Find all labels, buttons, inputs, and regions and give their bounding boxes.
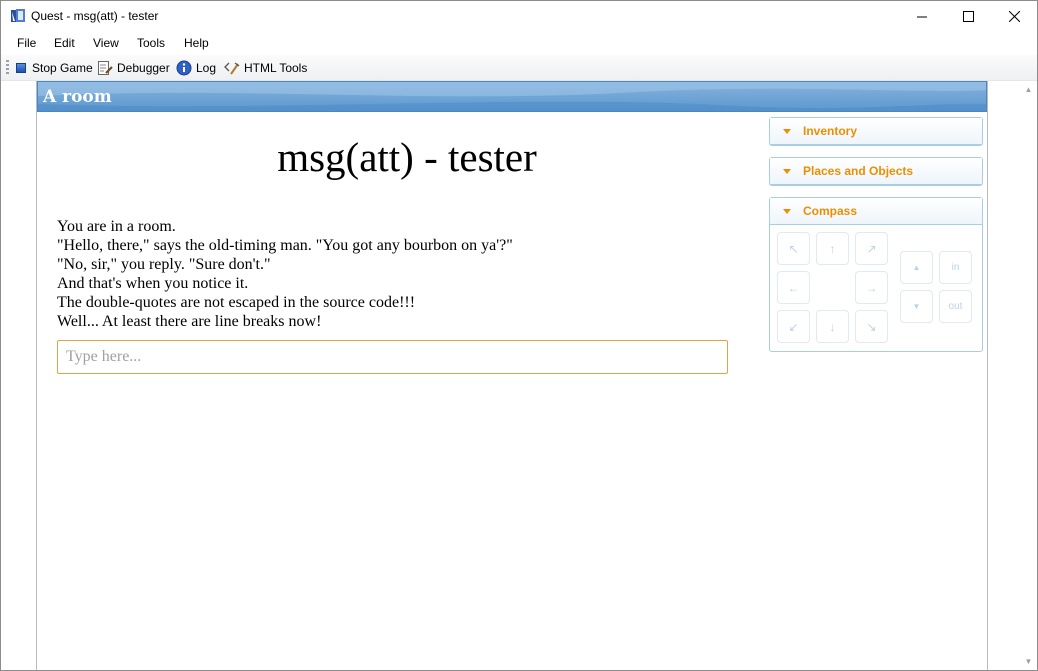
menu-help[interactable]: Help [184,36,209,50]
compass-northwest-button[interactable]: ↖ [777,232,810,265]
output-line: You are in a room. [57,218,176,235]
collapse-arrow-icon [783,168,791,174]
menu-edit[interactable]: Edit [54,36,75,50]
game-output: You are in a room. "Hello, there," says … [57,217,757,331]
output-line: "Hello, there," says the old-timing man.… [57,237,513,254]
menu-file[interactable]: File [17,36,36,50]
stop-game-label: Stop Game [32,61,93,75]
menu-view[interactable]: View [93,36,119,50]
command-input[interactable] [57,340,728,374]
compass-southwest-button[interactable]: ↙ [777,310,810,343]
places-objects-label: Places and Objects [803,164,914,178]
scroll-down-arrow-icon[interactable]: ▼ [1020,653,1037,670]
header-wave-decoration [38,82,986,111]
compass-southeast-button[interactable]: ↘ [855,310,888,343]
compass-east-button[interactable]: → [855,271,888,304]
compass-out-button[interactable]: out [939,290,972,323]
debugger-label: Debugger [117,61,170,75]
scroll-up-arrow-icon[interactable]: ▲ [1020,81,1037,98]
vertical-scrollbar[interactable]: ▲ ▼ [1020,81,1037,670]
info-icon [176,60,192,76]
collapse-arrow-icon [783,128,791,134]
compass-label: Compass [803,204,858,218]
app-window: Quest - msg(att) - tester File Edit View… [0,0,1038,671]
compass-north-button[interactable]: ↑ [816,232,849,265]
game-pane: A room msg(att) - tester You are in a ro… [36,81,988,670]
room-header: A room [37,81,987,112]
minimize-button[interactable] [899,1,945,32]
collapse-arrow-icon [783,208,791,214]
compass-down-button[interactable]: ▼ [900,290,933,323]
html-tools-label: HTML Tools [244,61,308,75]
output-line: The double-quotes are not escaped in the… [57,294,416,311]
close-icon [1008,11,1020,22]
inventory-panel-header[interactable]: Inventory [770,118,982,145]
compass-northeast-button[interactable]: ↗ [855,232,888,265]
inventory-panel: Inventory [769,117,983,146]
maximize-button[interactable] [945,1,991,32]
compass-up-button[interactable]: ▲ [900,251,933,284]
menu-tools[interactable]: Tools [137,36,165,50]
compass-grid: ↖ ↑ ↗ ← → ↙ ↓ ↘ ▲ ▼ in out [770,225,982,350]
window-title: Quest - msg(att) - tester [31,9,159,23]
menu-bar: File Edit View Tools Help [1,32,1037,54]
debugger-button[interactable]: Debugger [97,59,170,77]
compass-west-button[interactable]: ← [777,271,810,304]
output-line: And that's when you notice it. [57,275,249,292]
log-label: Log [196,61,217,75]
toolbar-grip[interactable] [6,60,9,75]
html-tools-button[interactable]: HTML Tools [224,59,307,77]
room-title: A room [43,87,112,107]
output-line: Well... At least there are line breaks n… [57,313,322,330]
compass-south-button[interactable]: ↓ [816,310,849,343]
maximize-icon [962,11,974,22]
compass-panel-header[interactable]: Compass [770,198,982,225]
minimize-icon [916,16,927,18]
game-title: msg(att) - tester [277,134,537,180]
output-line: "No, sir," you reply. "Sure don't." [57,256,271,273]
toolbar: Stop Game Debugger Log HTML Tools [1,55,1037,81]
debugger-icon [98,61,113,75]
inventory-label: Inventory [803,124,858,138]
quest-app-icon [11,9,25,22]
close-button[interactable] [991,1,1037,32]
title-bar: Quest - msg(att) - tester [1,1,1037,32]
places-objects-panel-header[interactable]: Places and Objects [770,158,982,185]
log-button[interactable]: Log [176,59,216,77]
compass-in-button[interactable]: in [939,251,972,284]
stop-game-button[interactable]: Stop Game [15,59,93,77]
stop-icon [16,63,26,73]
places-objects-panel: Places and Objects [769,157,983,186]
html-tools-icon [224,62,240,75]
compass-panel: Compass ↖ ↑ ↗ ← → ↙ ↓ ↘ ▲ ▼ in out [769,197,983,352]
